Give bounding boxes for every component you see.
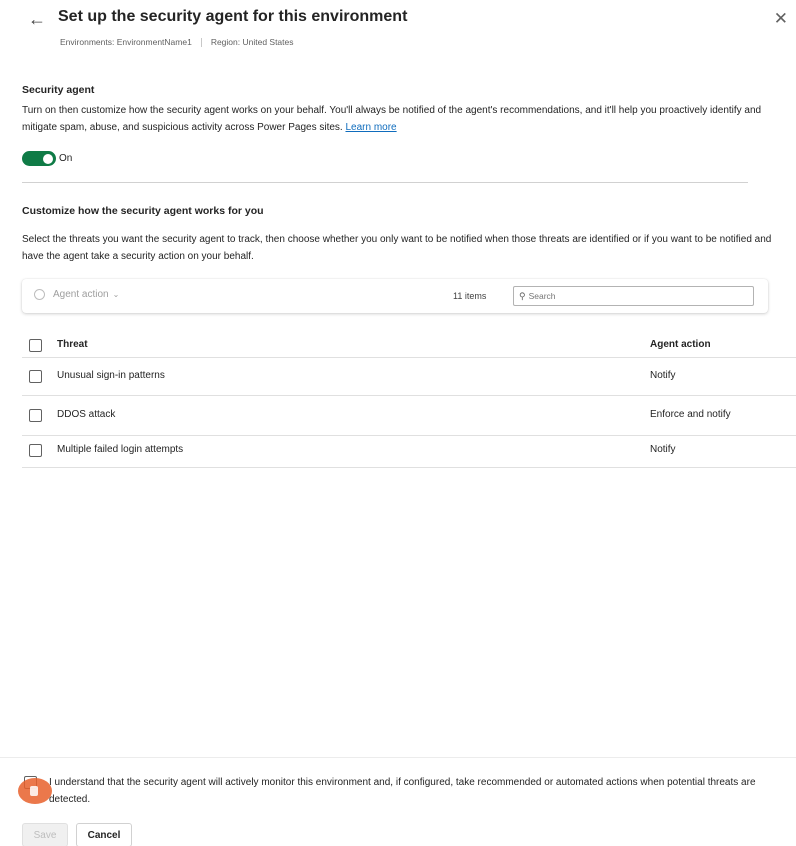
consent-text: I understand that the security agent wil… xyxy=(49,777,756,805)
search-box[interactable]: ⚲ xyxy=(513,286,754,306)
cursor-pointer-icon xyxy=(18,778,52,804)
save-button[interactable]: Save xyxy=(22,823,68,846)
footer-divider xyxy=(0,757,796,758)
page-title: Set up the security agent for this envir… xyxy=(58,8,408,25)
security-agent-description: Turn on then customize how the security … xyxy=(22,102,782,136)
section-divider xyxy=(22,182,748,183)
security-agent-toggle[interactable] xyxy=(22,151,56,166)
threat-name: Unusual sign-in patterns xyxy=(57,370,165,381)
panel-header: ← Set up the security agent for this env… xyxy=(0,0,796,62)
arrow-left-icon[interactable]: ← xyxy=(28,9,46,30)
customize-heading: Customize how the security agent works f… xyxy=(22,205,264,217)
environment-info: Environments: EnvironmentName1 Region: Un… xyxy=(60,37,294,48)
agent-action-button[interactable]: Agent action ⌄ xyxy=(34,289,119,300)
search-input[interactable] xyxy=(528,291,729,301)
threat-name: DDOS attack xyxy=(57,409,116,420)
agent-action-value: Notify xyxy=(650,444,676,455)
agent-action-label: Agent action xyxy=(53,289,109,300)
divider xyxy=(200,38,202,48)
environment-name: Environments: EnvironmentName1 xyxy=(60,37,192,47)
security-agent-toggle-row: On xyxy=(22,151,72,166)
select-all-checkbox[interactable] xyxy=(29,339,42,352)
items-count: 11 items xyxy=(453,291,487,301)
row-checkbox[interactable] xyxy=(29,409,42,422)
table-header-row: Threat Agent action xyxy=(22,330,796,358)
table-toolbar: Agent action ⌄ 11 items ⚲ xyxy=(22,279,768,313)
column-header-threat[interactable]: Threat xyxy=(57,339,88,350)
column-header-agent-action[interactable]: Agent action xyxy=(650,339,711,350)
security-agent-heading: Security agent xyxy=(22,84,95,96)
toggle-label: On xyxy=(59,153,73,164)
learn-more-link[interactable]: Learn more xyxy=(345,122,396,133)
threats-table: Threat Agent action Unusual sign-in patt… xyxy=(22,330,796,468)
cancel-button[interactable]: Cancel xyxy=(76,823,132,846)
search-icon: ⚲ xyxy=(519,290,526,301)
row-checkbox[interactable] xyxy=(29,444,42,457)
close-icon[interactable]: ✕ xyxy=(774,9,788,29)
customize-description: Select the threats you want the security… xyxy=(22,234,772,262)
row-checkbox[interactable] xyxy=(29,370,42,383)
agent-action-value: Enforce and notify xyxy=(650,409,731,420)
table-row[interactable]: Multiple failed login attempts Notify xyxy=(22,436,796,468)
region-name: Region: United States xyxy=(210,37,294,47)
threat-name: Multiple failed login attempts xyxy=(57,444,184,455)
table-row[interactable]: DDOS attack Enforce and notify xyxy=(22,396,796,436)
table-row[interactable]: Unusual sign-in patterns Notify xyxy=(22,358,796,396)
chevron-down-icon: ⌄ xyxy=(112,290,120,299)
agent-action-icon xyxy=(34,289,45,300)
toggle-knob xyxy=(43,153,53,164)
agent-action-value: Notify xyxy=(650,370,676,381)
